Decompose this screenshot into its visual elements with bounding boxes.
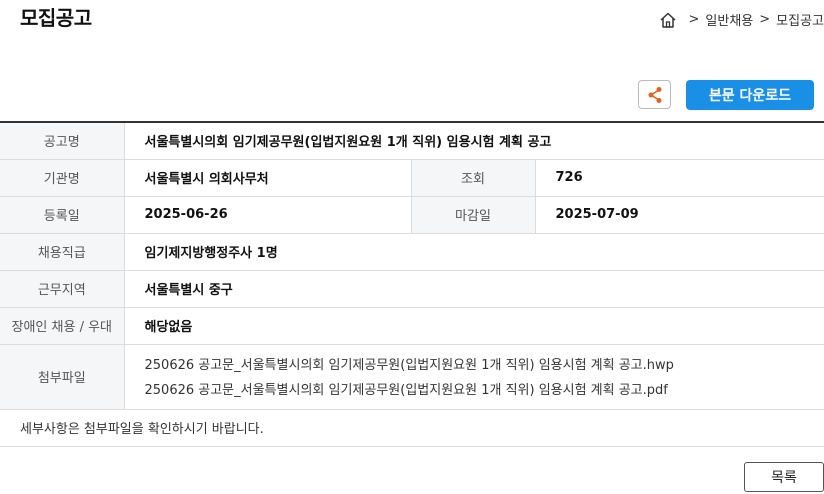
grade-label: 채용직급 bbox=[0, 233, 125, 271]
reg-date-value: 2025-06-26 bbox=[124, 196, 411, 234]
region-label: 근무지역 bbox=[0, 270, 125, 308]
page-title: 모집공고 bbox=[20, 6, 92, 30]
reg-date-label: 등록일 bbox=[0, 196, 125, 234]
download-body-button[interactable]: 본문 다운로드 bbox=[686, 80, 814, 110]
breadcrumb-separator: > bbox=[688, 12, 700, 27]
agency-value: 서울특별시 의회사무처 bbox=[124, 159, 411, 197]
table-row: 등록일 2025-06-26 마감일 2025-07-09 bbox=[0, 196, 824, 234]
table-row: 기관명 서울특별시 의회사무처 조회 726 bbox=[0, 159, 824, 197]
detail-note: 세부사항은 첨부파일을 확인하시기 바랍니다. bbox=[0, 409, 824, 447]
attachments-list: 250626 공고문_서울특별시의회 임기제공무원(입법지원요원 1개 직위) … bbox=[124, 344, 824, 410]
table-row: 세부사항은 첨부파일을 확인하시기 바랍니다. bbox=[0, 409, 824, 447]
table-row: 근무지역 서울특별시 중구 bbox=[0, 270, 824, 308]
table-row: 장애인 채용 / 우대 해당없음 bbox=[0, 307, 824, 345]
notice-info-table: 공고명 서울특별시의회 임기제공무원(입법지원요원 1개 직위) 임용시험 계획… bbox=[0, 121, 824, 447]
table-row: 채용직급 임기제지방행정주사 1명 bbox=[0, 233, 824, 271]
table-row: 공고명 서울특별시의회 임기제공무원(입법지원요원 1개 직위) 임용시험 계획… bbox=[0, 122, 824, 160]
attachment-link-hwp[interactable]: 250626 공고문_서울특별시의회 임기제공무원(입법지원요원 1개 직위) … bbox=[145, 353, 805, 378]
grade-value: 임기제지방행정주사 1명 bbox=[124, 233, 824, 271]
deadline-label: 마감일 bbox=[410, 196, 536, 234]
deadline-value: 2025-07-09 bbox=[535, 196, 824, 234]
list-button[interactable]: 목록 bbox=[744, 462, 824, 492]
title-value: 서울특별시의회 임기제공무원(입법지원요원 1개 직위) 임용시험 계획 공고 bbox=[124, 122, 824, 160]
home-icon[interactable] bbox=[659, 11, 677, 29]
title-label: 공고명 bbox=[0, 122, 125, 160]
disabled-label: 장애인 채용 / 우대 bbox=[0, 307, 125, 345]
breadcrumb-item-recruit[interactable]: 일반채용 bbox=[705, 10, 753, 29]
disabled-value: 해당없음 bbox=[124, 307, 824, 345]
views-value: 726 bbox=[535, 159, 824, 197]
share-button[interactable] bbox=[638, 80, 671, 109]
attachments-label: 첨부파일 bbox=[0, 344, 125, 410]
table-row: 첨부파일 250626 공고문_서울특별시의회 임기제공무원(입법지원요원 1개… bbox=[0, 344, 824, 410]
region-value: 서울특별시 중구 bbox=[124, 270, 824, 308]
breadcrumb: > 일반채용 > 모집공고 bbox=[659, 10, 824, 29]
attachment-link-pdf[interactable]: 250626 공고문_서울특별시의회 임기제공무원(입법지원요원 1개 직위) … bbox=[145, 378, 805, 403]
breadcrumb-item-notice[interactable]: 모집공고 bbox=[776, 10, 824, 29]
share-icon bbox=[648, 86, 661, 103]
views-label: 조회 bbox=[410, 159, 536, 197]
agency-label: 기관명 bbox=[0, 159, 125, 197]
breadcrumb-separator: > bbox=[759, 12, 771, 27]
